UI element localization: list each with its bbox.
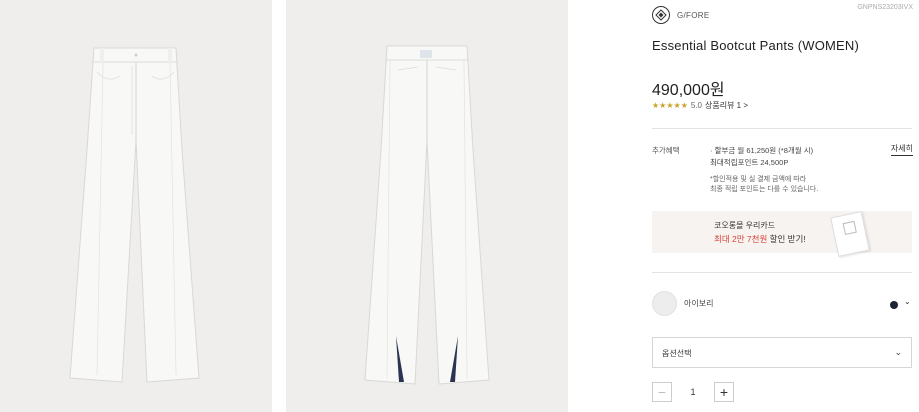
- product-code: GNPNS23203IVX: [857, 4, 913, 11]
- chevron-down-icon[interactable]: ⌄: [904, 297, 911, 306]
- card-promo-highlight: 최대 2만 7천원: [714, 234, 768, 244]
- product-image-back[interactable]: [286, 0, 568, 412]
- product-image-front[interactable]: [0, 0, 272, 412]
- color-swatch-ivory[interactable]: [652, 291, 677, 316]
- product-info-panel: G/FORE GNPNS23203IVX Essential Bootcut P…: [652, 0, 919, 412]
- benefit-label: 추가혜택: [652, 146, 680, 155]
- chevron-down-icon: ⌄: [894, 347, 902, 357]
- quantity-increase-button[interactable]: +: [714, 382, 734, 402]
- divider: [652, 128, 912, 129]
- brand-logo-icon: [652, 6, 670, 24]
- quantity-stepper[interactable]: − 1 +: [652, 382, 734, 402]
- benefit-note-1: *할인적용 및 실 결제 금액에 따라: [710, 176, 807, 183]
- benefit-note-2: 최종 적립 포인트는 다를 수 있습니다.: [710, 186, 819, 193]
- benefit-detail-link[interactable]: 자세히: [890, 143, 913, 156]
- rating-score: 5.0: [690, 101, 702, 110]
- option-select-placeholder: 옵션선택: [662, 349, 692, 358]
- quantity-decrease-button[interactable]: −: [652, 382, 672, 402]
- benefit-details: · 할부금 월 61,250원 (*8개월 시) 최대적립포인트 24,500P…: [710, 145, 818, 195]
- pants-front-illustration: [69, 47, 200, 383]
- color-label: 아이보리: [684, 299, 714, 308]
- brand-row[interactable]: G/FORE: [652, 6, 709, 24]
- card-promo-offer-rest: 할인 받기!: [767, 234, 806, 244]
- option-select[interactable]: 옵션선택 ⌄: [652, 337, 912, 368]
- installment-text: · 할부금 월 61,250원 (*8개월 시): [710, 146, 814, 155]
- card-promo-title: 코오롱몰 우리카드: [714, 221, 776, 230]
- rating-row: ★★★★★ 5.0 상품리뷰 1 >: [652, 100, 748, 111]
- pants-back-illustration: [364, 45, 490, 385]
- card-promo-banner[interactable]: 코오롱몰 우리카드 최대 2만 7천원 할인 받기!: [652, 211, 912, 257]
- color-swatch-navy[interactable]: [890, 301, 898, 309]
- review-link[interactable]: 상품리뷰 1 >: [705, 100, 748, 111]
- quantity-value[interactable]: 1: [672, 387, 714, 397]
- credit-card-image: [830, 211, 870, 257]
- product-title: Essential Bootcut Pants (WOMEN): [652, 38, 860, 53]
- card-promo-offer: 최대 2만 7천원 할인 받기!: [714, 233, 806, 245]
- product-price: 490,000원: [652, 82, 725, 99]
- divider: [652, 272, 912, 273]
- points-text: 최대적립포인트 24,500P: [710, 158, 789, 167]
- brand-name[interactable]: G/FORE: [677, 11, 709, 20]
- rating-stars-icon: ★★★★★: [652, 101, 688, 110]
